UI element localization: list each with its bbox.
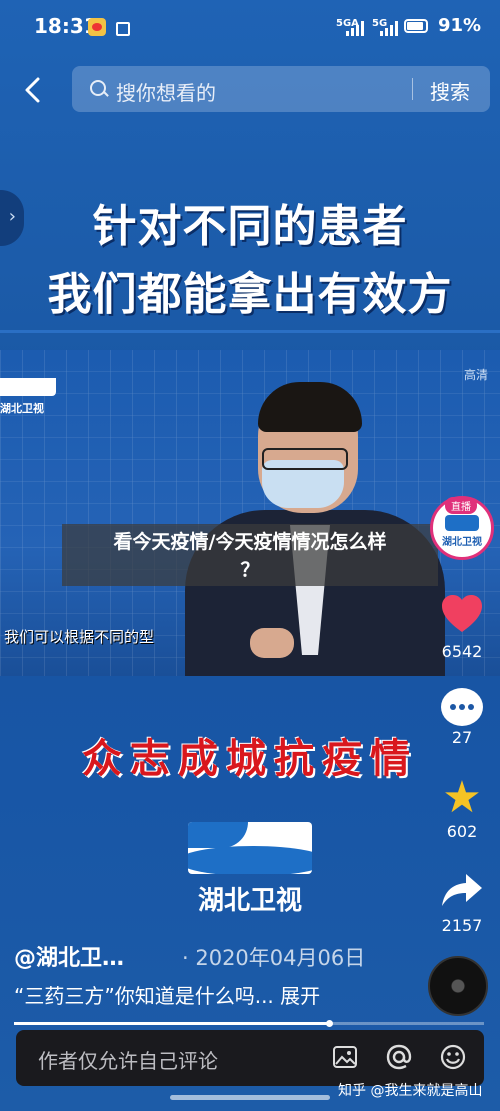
signal-bars-2-icon: [380, 20, 398, 36]
quality-label: 高清: [463, 368, 488, 382]
post-description[interactable]: “三药三方”你知道是什么吗... 展开: [14, 980, 320, 1009]
like-count: 6542: [441, 642, 483, 661]
like-button[interactable]: 6542: [430, 592, 494, 661]
home-indicator: [170, 1095, 330, 1100]
overlay-title-line-1: 看今天疫情/今天疫情情况怎么样: [113, 531, 387, 553]
comment-input-bar[interactable]: 作者仅允许自己评论: [16, 1030, 484, 1086]
channel-logo-shape: [0, 378, 56, 396]
mention-icon[interactable]: [386, 1044, 412, 1070]
comment-icon: [441, 688, 483, 726]
share-arrow-icon: [442, 874, 482, 906]
author-name[interactable]: @湖北卫…: [14, 940, 124, 972]
headline-line-2: 我们都能拿出有效方: [47, 269, 453, 320]
presenter-hand: [250, 628, 294, 658]
status-bar: 18:31 5GA 5G 91%: [0, 0, 500, 56]
headline-line-1: 针对不同的患者: [92, 201, 408, 252]
favorite-button[interactable]: ★ 602: [430, 772, 494, 842]
video-progress-bar[interactable]: [14, 1020, 484, 1027]
search-button[interactable]: 搜索: [430, 76, 470, 105]
post-date: · 2020年04月06日: [182, 946, 366, 970]
image-icon[interactable]: [332, 1044, 358, 1070]
notification-square-icon: [116, 22, 130, 36]
search-divider: [412, 78, 413, 100]
heart-icon: [442, 595, 482, 632]
presenter-glasses: [262, 448, 348, 470]
share-count: 2157: [441, 916, 483, 935]
favorite-count: 602: [446, 822, 478, 841]
channel-logo-text: 湖北卫视: [0, 402, 44, 415]
battery-icon: [404, 19, 428, 33]
video-frame[interactable]: 湖北卫视 高清 我们可以根据不同的型: [0, 350, 500, 676]
comment-count: 27: [451, 728, 473, 747]
comment-input[interactable]: 作者仅允许自己评论: [38, 1045, 218, 1074]
live-channel-name: 湖北卫视: [442, 537, 482, 548]
brand-logo-shape: [188, 822, 312, 874]
battery-percent: 91%: [438, 15, 482, 36]
search-input[interactable]: 搜你想看的: [116, 77, 216, 106]
brand-logo-text: 湖北卫视: [197, 886, 302, 916]
slogan-text: 众志成城抗疫情: [82, 736, 418, 782]
star-icon: ★: [442, 772, 482, 823]
progress-fill: [14, 1022, 329, 1025]
signal-bars-icon: [346, 20, 364, 36]
progress-knob[interactable]: [325, 1020, 333, 1027]
overlay-title-line-2: ？: [240, 559, 260, 581]
headline-divider: [0, 330, 500, 333]
video-subtitle: 我们可以根据不同的型: [4, 628, 155, 646]
video-title-overlay: 看今天疫情/今天疫情情况怎么样 ？: [62, 524, 438, 586]
search-bar[interactable]: 搜你想看的 搜索: [72, 66, 490, 112]
brand-logo: 湖北卫视: [188, 822, 312, 918]
watermark-text: 知乎 @我生来就是高山: [338, 1083, 483, 1099]
weibo-notification-icon: [88, 18, 106, 36]
back-arrow-icon[interactable]: [20, 76, 48, 104]
share-button[interactable]: 2157: [430, 870, 494, 935]
music-disc-icon[interactable]: [428, 956, 488, 1016]
live-avatar[interactable]: 直播 湖北卫视: [430, 496, 494, 560]
emoji-icon[interactable]: [440, 1044, 466, 1070]
channel-logo: 湖北卫视: [0, 378, 58, 418]
comment-button[interactable]: 27: [430, 688, 494, 747]
search-icon: [90, 80, 106, 96]
live-logo-shape: [445, 515, 479, 531]
live-badge: 直播: [445, 497, 477, 514]
